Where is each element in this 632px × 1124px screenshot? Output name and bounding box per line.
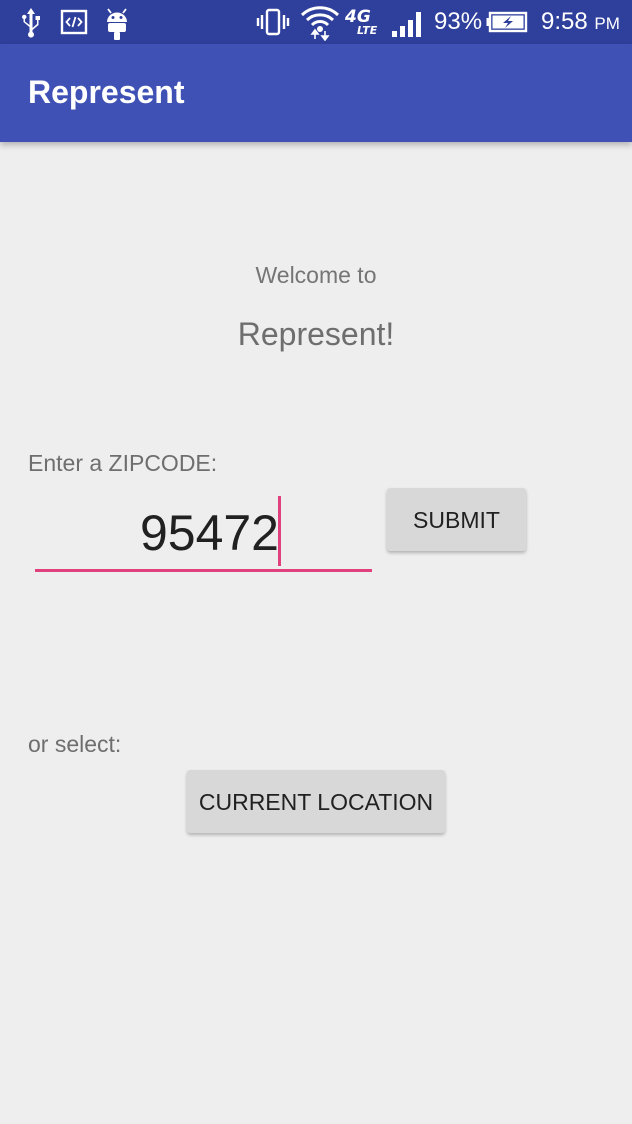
- welcome-title: Represent!: [237, 316, 395, 352]
- clock-suffix: PM: [594, 14, 620, 33]
- zipcode-input[interactable]: 95472: [35, 492, 372, 572]
- current-location-button[interactable]: CURRENT LOCATION: [187, 770, 445, 833]
- wifi-icon: [300, 6, 340, 41]
- lte-icon: 4G LTE: [344, 8, 386, 40]
- welcome-text: Welcome to: [255, 262, 377, 288]
- clock: 9:58 PM: [541, 0, 620, 46]
- battery-charging-icon: [486, 11, 528, 33]
- status-bar: 4G LTE 93% 9:58 PM: [0, 0, 632, 44]
- submit-button[interactable]: SUBMIT: [387, 488, 526, 551]
- zipcode-underline: [35, 569, 372, 572]
- text-cursor: [278, 496, 281, 566]
- zipcode-value[interactable]: 95472: [35, 498, 279, 568]
- vibrate-icon: [256, 8, 290, 36]
- signal-icon: [392, 12, 421, 37]
- usb-icon: [22, 8, 40, 38]
- developer-code-icon: [60, 9, 88, 35]
- android-icon: [107, 8, 127, 40]
- clock-time: 9:58: [541, 8, 588, 35]
- or-select-label: or select:: [28, 731, 122, 757]
- app-bar: Represent: [0, 44, 632, 142]
- app-title: Represent: [28, 74, 185, 110]
- battery-percent: 93%: [434, 8, 483, 35]
- network-lte-label: LTE: [357, 24, 378, 37]
- zipcode-label: Enter a ZIPCODE:: [28, 450, 218, 476]
